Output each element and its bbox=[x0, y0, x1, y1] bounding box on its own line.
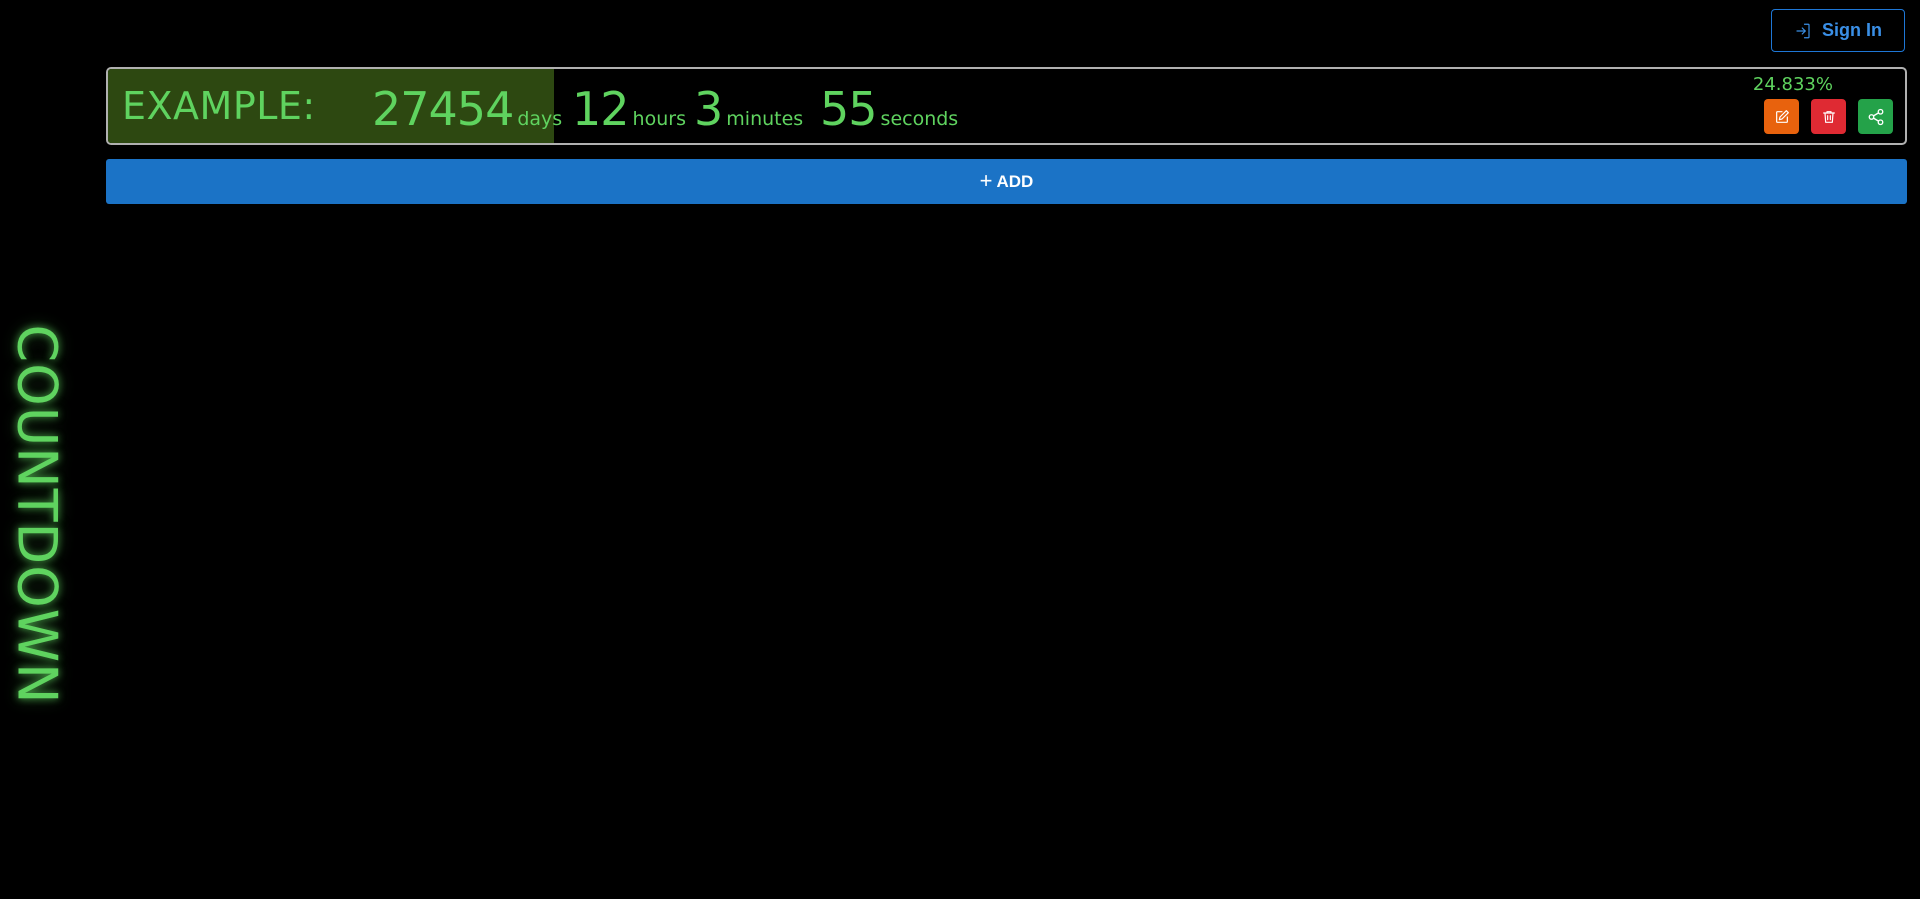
minutes-group: 3 minutes bbox=[694, 82, 803, 136]
days-value: 27454 bbox=[372, 82, 514, 136]
countdown-title: EXAMPLE: bbox=[122, 84, 316, 128]
seconds-group: 55 seconds bbox=[820, 82, 958, 136]
sign-in-label: Sign In bbox=[1822, 20, 1882, 40]
seconds-value: 55 bbox=[820, 82, 878, 136]
brand-text: COUNTDOWN bbox=[5, 324, 69, 704]
sign-in-button[interactable]: Sign In bbox=[1771, 9, 1905, 52]
progress-percent: 24.833% bbox=[1752, 74, 1833, 95]
trash-icon bbox=[1821, 109, 1837, 125]
countdown-content: EXAMPLE: 27454 days 12 hours 3 minutes 5… bbox=[108, 69, 1905, 143]
add-countdown-button[interactable]: + ADD bbox=[106, 159, 1907, 204]
hours-value: 12 bbox=[572, 82, 630, 136]
edit-button[interactable] bbox=[1764, 99, 1799, 134]
minutes-value: 3 bbox=[694, 82, 723, 136]
hours-group: 12 hours bbox=[572, 82, 686, 136]
login-icon bbox=[1794, 22, 1812, 40]
delete-button[interactable] bbox=[1811, 99, 1846, 134]
share-icon bbox=[1867, 108, 1885, 126]
edit-icon bbox=[1774, 109, 1790, 125]
plus-icon: + bbox=[979, 167, 993, 193]
days-group: 27454 days bbox=[372, 82, 562, 136]
minutes-label: minutes bbox=[726, 108, 804, 130]
brand-logo: COUNTDOWN bbox=[6, 318, 69, 710]
app-root: Sign In COUNTDOWN EXAMPLE: 27454 days 12… bbox=[0, 0, 1920, 899]
card-actions bbox=[1764, 99, 1893, 134]
days-label: days bbox=[517, 108, 563, 130]
countdown-card: EXAMPLE: 27454 days 12 hours 3 minutes 5… bbox=[106, 67, 1907, 145]
hours-label: hours bbox=[632, 108, 686, 130]
seconds-label: seconds bbox=[880, 108, 959, 130]
share-button[interactable] bbox=[1858, 99, 1893, 134]
add-label: ADD bbox=[996, 171, 1034, 191]
